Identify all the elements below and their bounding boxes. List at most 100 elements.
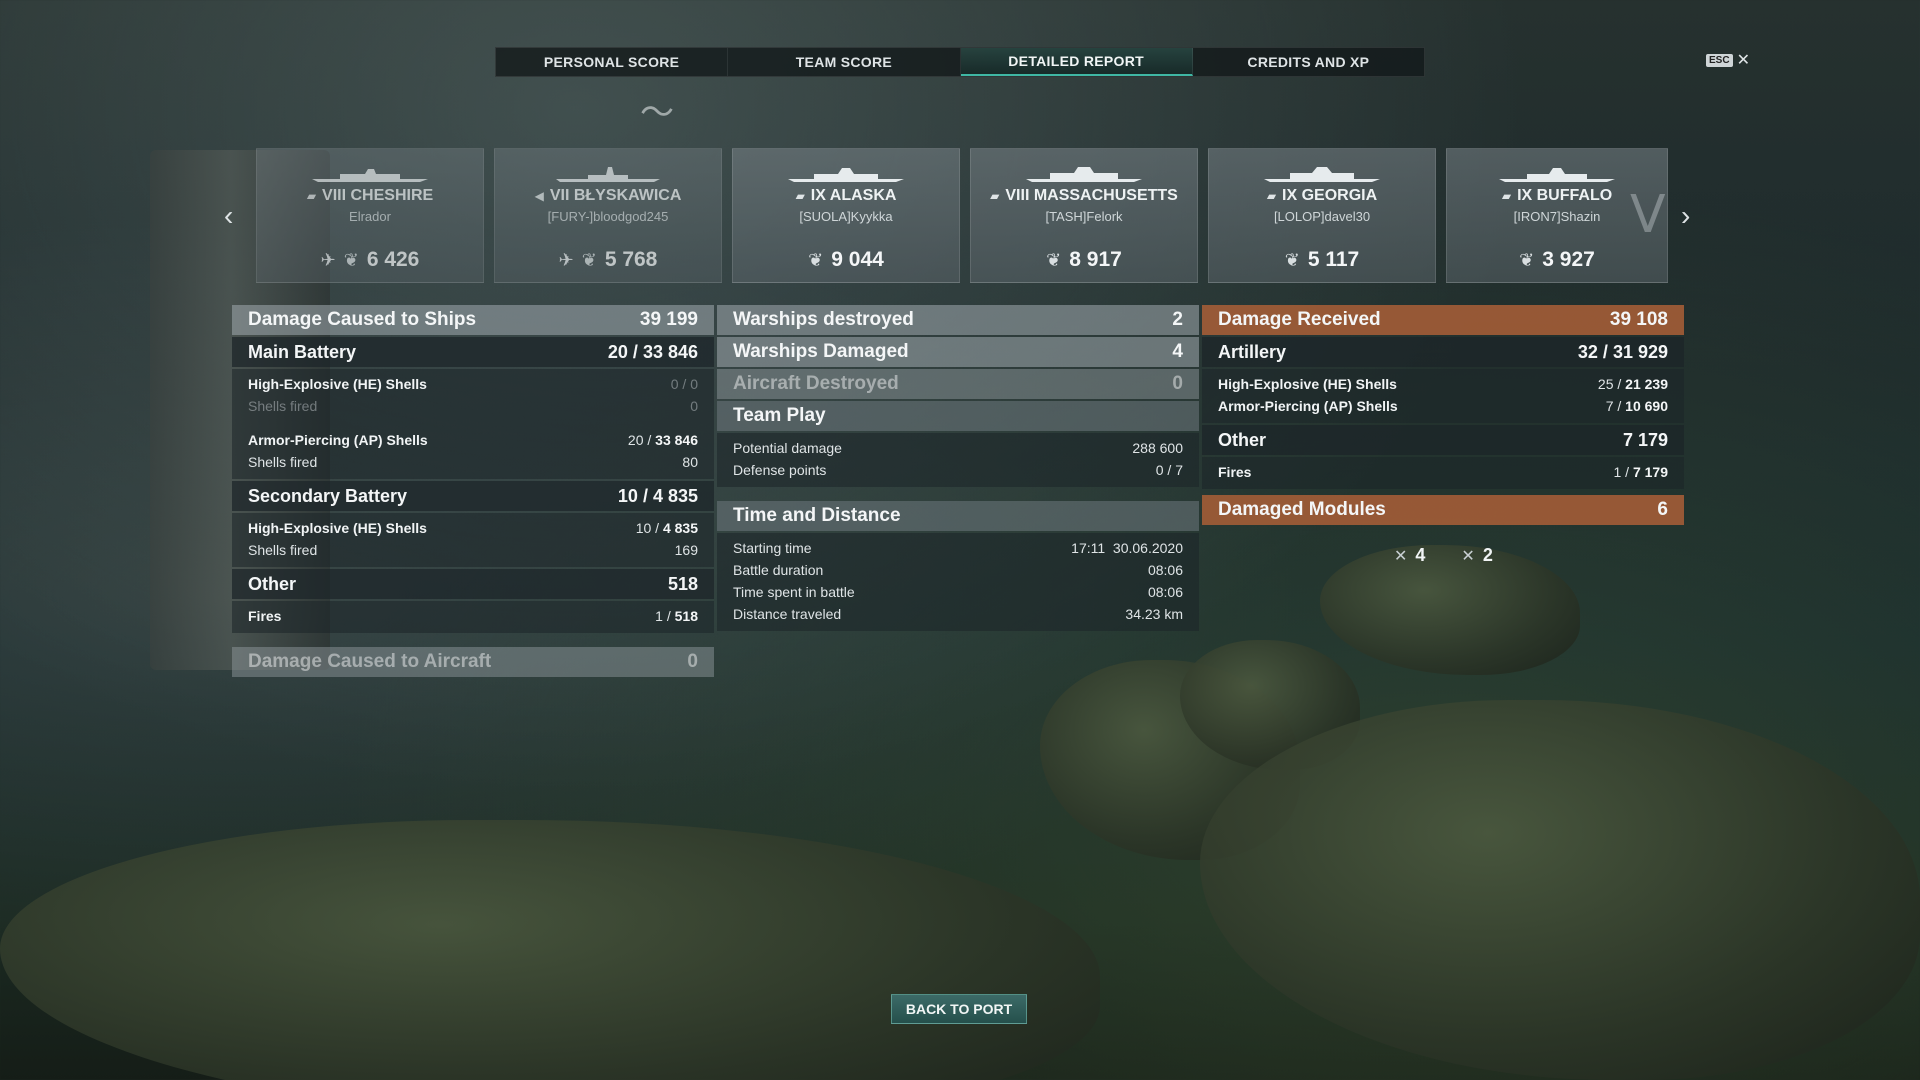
stat-row: Starting time 17:11 30.06.2020 (733, 537, 1183, 559)
stat-label: Shells fired (248, 454, 318, 470)
damage-value: 518 (674, 608, 698, 624)
stat-label: Armor-Piercing (AP) Shells (1218, 398, 1398, 414)
stat-row: Armor-Piercing (AP) Shells 20 / 33 846 (248, 429, 698, 451)
damage-value: 10 690 (1625, 398, 1668, 414)
battle-stats-panel: Warships destroyed 2 Warships Damaged 4 … (717, 305, 1199, 633)
tab-credits-xp[interactable]: CREDITS AND XP (1193, 48, 1424, 76)
header-value: 4 (1172, 341, 1183, 362)
back-to-port-button[interactable]: BACK TO PORT (891, 994, 1027, 1024)
header-label: Aircraft Destroyed (733, 373, 899, 394)
damage-value: 4 835 (662, 520, 698, 536)
damage-received-header: Damage Received 39 108 (1202, 305, 1684, 335)
stat-label: Starting time (733, 540, 812, 556)
ship-card[interactable]: ▰ IX ALASKA [SUOLA]Kyykka ❦ 9 044 (732, 148, 960, 283)
ship-card[interactable]: ▰ IX GEORGIA [LOLOP]davel30 ❦ 5 117 (1208, 148, 1436, 283)
main-battery-details: High-Explosive (HE) Shells 0 / 0 Shells f… (232, 369, 714, 479)
header-label: Warships Damaged (733, 341, 909, 362)
ship-card[interactable]: ▰ VIII MASSACHUSETTS [TASH]Felork ❦ 8 917 (970, 148, 1198, 283)
other-received-header: Other 7 179 (1202, 425, 1684, 455)
stat-value: 08:06 (1147, 584, 1183, 600)
player-name: [TASH]Felork (1045, 209, 1123, 224)
damage-value: 33 846 (642, 341, 698, 362)
damage-caused-panel: Damage Caused to Ships 39 199 Main Batte… (232, 305, 714, 679)
ship-silhouette-icon (1026, 167, 1142, 182)
player-name: [IRON7]Shazin (1513, 209, 1601, 224)
ship-score: 5 117 (1307, 248, 1360, 271)
secondary-battery-header: Secondary Battery 10 / 4 835 (232, 481, 714, 511)
stat-value: 80 (682, 454, 698, 470)
team-play-header: Team Play (717, 401, 1199, 431)
esc-close-button[interactable]: ESC ✕ (1706, 50, 1750, 70)
ship-class-icon: ▰ (1501, 189, 1512, 203)
ship-name: VIII CHESHIRE (322, 187, 434, 204)
stat-value: 7 / 10 690 (1606, 398, 1668, 414)
rock (1180, 640, 1360, 770)
header-label: Damage Received (1218, 309, 1381, 330)
artillery-details: High-Explosive (HE) Shells 25 / 21 239 Ar… (1202, 369, 1684, 423)
ship-name-row: ▰ VIII CHESHIRE (257, 187, 483, 205)
stat-label: Armor-Piercing (AP) Shells (248, 432, 428, 448)
ship-name-row: ◀ VII BŁYSKAWICA (495, 187, 721, 205)
carousel-next-button[interactable]: › (1681, 200, 1690, 232)
laurel-icon: ❦ (808, 249, 824, 270)
stat-value: 0 / 7 (1155, 462, 1183, 478)
stat-row: Shells fired 80 (248, 451, 698, 473)
ship-name: VII BŁYSKAWICA (549, 187, 682, 204)
damage-value: 4 835 (652, 485, 698, 506)
header-value: 39 108 (1609, 309, 1668, 330)
section-label: Secondary Battery (248, 485, 408, 506)
hits-value: 1 / (655, 608, 675, 624)
stat-value: 0 / 0 (670, 376, 698, 392)
section-label: Main Battery (248, 341, 357, 362)
stat-row: Distance traveled 34.23 km (733, 603, 1183, 625)
seagull-icon: 〜 (640, 94, 674, 132)
plane-icon: ✈ (320, 249, 336, 270)
stat-value: 17:11 30.06.2020 (1071, 540, 1183, 556)
hits-value: 1 / (1613, 464, 1633, 480)
tab-detailed-report[interactable]: DETAILED REPORT (960, 48, 1193, 76)
damage-value: 33 846 (655, 432, 698, 448)
ship-card[interactable]: ▰ IX BUFFALO [IRON7]Shazin ❦ 3 927 (1446, 148, 1668, 283)
ship-silhouette-icon (556, 167, 660, 182)
stat-row: High-Explosive (HE) Shells 25 / 21 239 (1218, 373, 1668, 395)
stat-value: 1 / 518 (655, 608, 698, 624)
stat-label: Distance traveled (733, 606, 842, 622)
stat-value: 1 / 7 179 (1613, 464, 1668, 480)
module-item: ✕ 2 (1461, 545, 1492, 566)
player-name: Elrador (349, 209, 391, 224)
aircraft-destroyed-header: Aircraft Destroyed 0 (717, 369, 1199, 399)
stat-label: Fires (1218, 464, 1252, 480)
score-row: ✈ ❦ 6 426 (257, 248, 483, 272)
hits-value: 20 (607, 341, 628, 362)
stat-row: Time spent in battle 08:06 (733, 581, 1183, 603)
ship-card[interactable]: ◀ VII BŁYSKAWICA [FURY-]bloodgod245 ✈ ❦ 5… (494, 148, 722, 283)
ship-class-icon: ▰ (1266, 189, 1277, 203)
header-label: Warships destroyed (733, 309, 914, 330)
player-name: [LOLOP]davel30 (1273, 209, 1371, 224)
carousel-prev-button[interactable]: ‹ (224, 200, 233, 232)
stat-value: 08:06 (1147, 562, 1183, 578)
header-value: 0 (1172, 373, 1183, 394)
header-value: 0 (687, 651, 698, 672)
ship-card[interactable]: ▰ VIII CHESHIRE Elrador ✈ ❦ 6 426 (256, 148, 484, 283)
other-damage-header: Other 518 (232, 569, 714, 599)
ship-silhouette-icon (1499, 168, 1615, 182)
damaged-modules-header: Damaged Modules 6 (1202, 495, 1684, 525)
report-tabs: PERSONAL SCORE TEAM SCORE DETAILED REPOR… (495, 47, 1425, 77)
damage-received-panel: Damage Received 39 108 Artillery 32 / 31… (1202, 305, 1684, 566)
tab-personal-score[interactable]: PERSONAL SCORE (496, 48, 729, 76)
module-count: 4 (1415, 545, 1426, 565)
header-value: 6 (1657, 499, 1668, 520)
hits-value: 32 (1577, 341, 1598, 362)
artillery-header: Artillery 32 / 31 929 (1202, 337, 1684, 367)
score-row: ❦ 3 927 (1447, 248, 1667, 272)
stat-row: High-Explosive (HE) Shells 0 / 0 (248, 373, 698, 395)
tab-team-score[interactable]: TEAM SCORE (728, 48, 961, 76)
stat-row: Fires 1 / 7 179 (1218, 461, 1668, 483)
ship-score: 9 044 (831, 248, 884, 271)
module-item: ✕ 4 (1394, 545, 1425, 566)
hits-value: 25 / (1597, 376, 1626, 392)
header-value: 2 (1172, 309, 1183, 330)
